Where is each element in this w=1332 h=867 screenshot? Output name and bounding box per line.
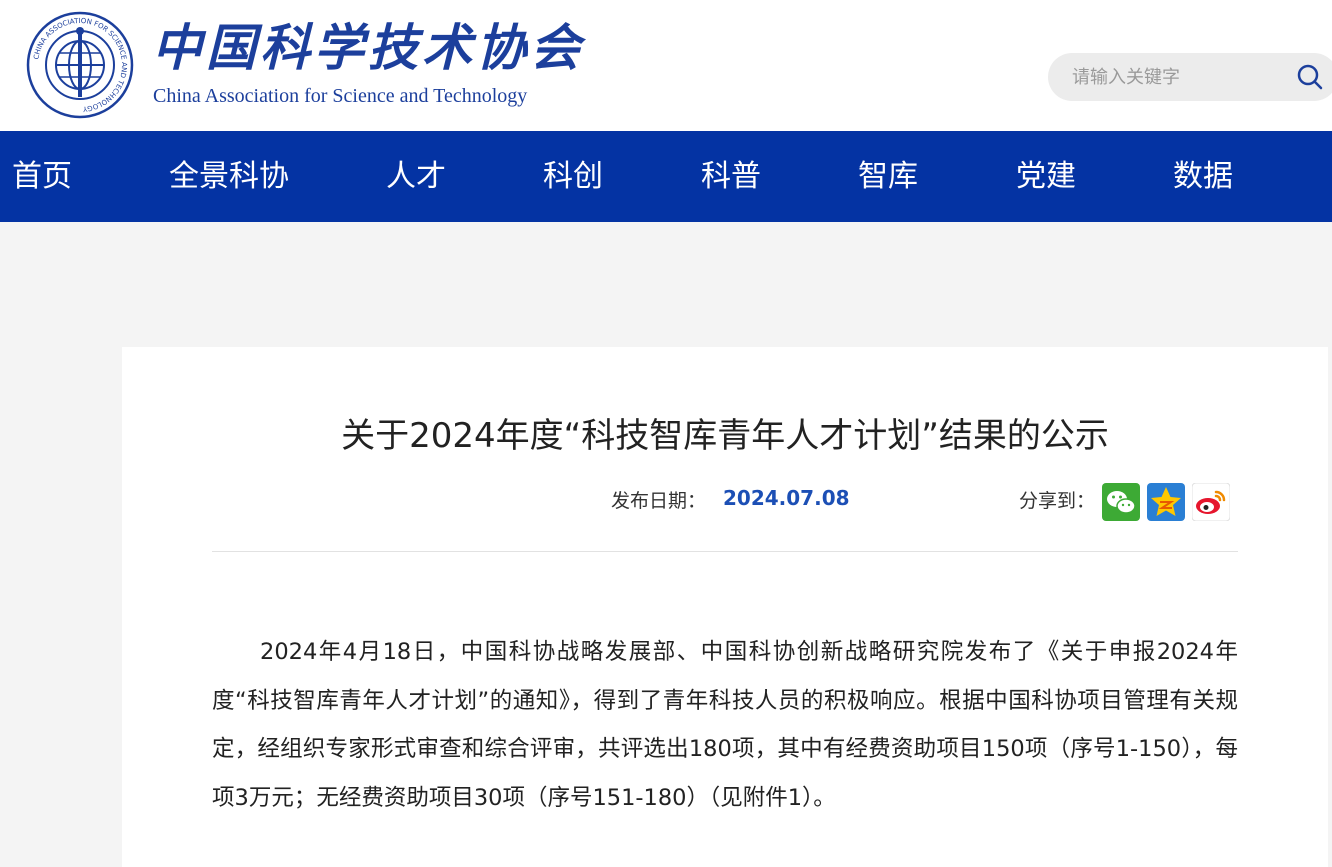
nav-item-data[interactable]: 数据 [1173,131,1233,222]
wechat-icon[interactable] [1102,483,1140,521]
nav-item-popularization[interactable]: 科普 [701,131,761,222]
nav-item-home[interactable]: 首页 [12,131,72,222]
article-title: 关于2024年度“科技智库青年人才计划”结果的公示 [341,416,1109,456]
logo-english-title[interactable]: China Association for Science and Techno… [153,85,527,108]
cast-emblem-icon[interactable]: CHINA ASSOCIATION FOR SCIENCE AND TECHNO… [26,11,134,119]
publish-date: 2024.07.08 [723,486,850,510]
weibo-icon[interactable] [1192,483,1230,521]
search-box [1048,53,1332,101]
publish-date-label: 发布日期： [611,490,707,512]
nav-item-think-tank[interactable]: 智库 [858,131,918,222]
search-icon[interactable] [1296,63,1324,91]
article-paragraph: 2024年4月18日，中国科协战略发展部、中国科协创新战略研究院发布了《关于申报… [212,639,1238,811]
qzone-icon[interactable] [1147,483,1185,521]
search-input[interactable] [1072,63,1282,91]
logo-chinese-title[interactable]: 中国科学技术协会 [152,18,584,78]
nav-item-overview[interactable]: 全景科协 [169,131,289,222]
nav-item-innovation[interactable]: 科创 [543,131,603,222]
site-header: CHINA ASSOCIATION FOR SCIENCE AND TECHNO… [0,0,1332,131]
title-divider [212,551,1238,552]
main-nav: 首页 全景科协 人才 科创 科普 智库 党建 数据 [0,131,1332,222]
nav-item-talent[interactable]: 人才 [386,131,446,222]
nav-item-party[interactable]: 党建 [1016,131,1076,222]
share-label: 分享到： [1019,490,1096,512]
